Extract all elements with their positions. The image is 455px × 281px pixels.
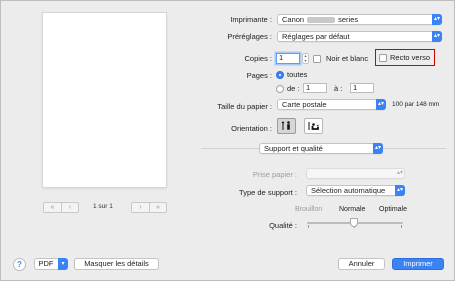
printer-popup[interactable]: Canon series ▴▾ [277,14,442,25]
section-popup[interactable]: Support et qualité ▴▾ [259,143,383,154]
orientation-landscape-button[interactable] [304,118,323,134]
help-button[interactable]: ? [13,258,26,271]
print-dialog: « ‹ 1 sur 1 › » Imprimante : Canon series… [0,0,455,281]
media-type-popup[interactable]: Sélection automatique ▴▾ [306,185,405,196]
media-type-label: Type de support : [239,188,297,197]
printer-label: Imprimante : [230,15,272,24]
copies-field[interactable]: 1 [276,53,300,64]
quality-tick [401,225,402,228]
quality-tick [308,225,309,228]
first-page-button[interactable]: « [44,203,61,212]
pages-to-field[interactable]: 1 [350,83,374,93]
preview-nav-forward-group: › » [131,202,167,213]
landscape-person-icon [308,122,319,130]
chevron-updown-icon: ▴▾ [373,143,383,154]
chevron-down-icon: ▾ [58,258,68,270]
portrait-person-icon [281,121,290,130]
presets-value: Réglages par défaut [282,32,350,41]
paper-source-popup[interactable]: ▴▾ [306,168,405,179]
black-white-label: Noir et blanc [326,54,369,63]
previous-page-button[interactable]: ‹ [61,203,78,212]
pdf-menu-button[interactable]: PDF ▾ [34,258,68,270]
orientation-portrait-button[interactable] [277,118,296,134]
pages-all-radio[interactable] [276,71,284,79]
pdf-label: PDF [38,259,54,268]
paper-size-dimensions: 100 par 148 mm [392,101,440,108]
next-page-button[interactable]: › [132,203,149,212]
printer-model-redacted [307,17,336,23]
paper-size-popup[interactable]: Carte postale ▴▾ [277,99,386,110]
page-preview [43,13,166,187]
pages-range-radio[interactable] [276,85,284,93]
chevron-updown-icon: ▴▾ [396,170,404,176]
chevron-updown-icon: ▴▾ [432,31,442,42]
quality-option-best: Optimale [379,206,408,213]
cancel-button[interactable]: Annuler [338,258,385,270]
pages-label: Pages : [246,71,272,80]
quality-option-normal: Normale [339,206,366,213]
chevron-updown-icon: ▴▾ [432,14,442,25]
presets-label: Préréglages : [227,32,272,41]
printer-suffix: series [338,15,359,24]
pages-from-label: de : [287,84,300,93]
chevron-updown-icon: ▴▾ [376,99,386,110]
orientation-label: Orientation : [231,124,272,133]
copies-label: Copies : [244,54,272,63]
paper-source-label: Prise papier : [252,170,297,179]
chevron-updown-icon: ▴▾ [395,185,405,196]
media-type-value: Sélection automatique [311,186,386,195]
section-value: Support et qualité [264,144,323,153]
pages-from-field[interactable]: 1 [303,83,327,93]
quality-option-draft: Brouillon [295,206,323,213]
duplex-checkbox[interactable] [379,54,387,62]
presets-popup[interactable]: Réglages par défaut ▴▾ [277,31,442,42]
quality-slider-knob[interactable] [350,218,358,227]
duplex-label: Recto verso [390,53,431,62]
preview-nav-back-group: « ‹ [43,202,79,213]
paper-size-value: Carte postale [282,100,327,109]
paper-size-label: Taille du papier : [217,102,272,111]
page-counter: 1 sur 1 [93,203,113,210]
last-page-button[interactable]: » [149,203,166,212]
hide-details-button[interactable]: Masquer les détails [74,258,159,270]
black-white-checkbox[interactable] [313,55,321,63]
pages-all-label: toutes [287,70,308,79]
printer-brand: Canon [282,15,305,24]
copies-stepper[interactable]: ▴ ▾ [302,53,309,64]
quality-label: Qualité : [269,221,297,230]
print-button[interactable]: Imprimer [392,258,444,270]
pages-to-label: à : [334,84,343,93]
